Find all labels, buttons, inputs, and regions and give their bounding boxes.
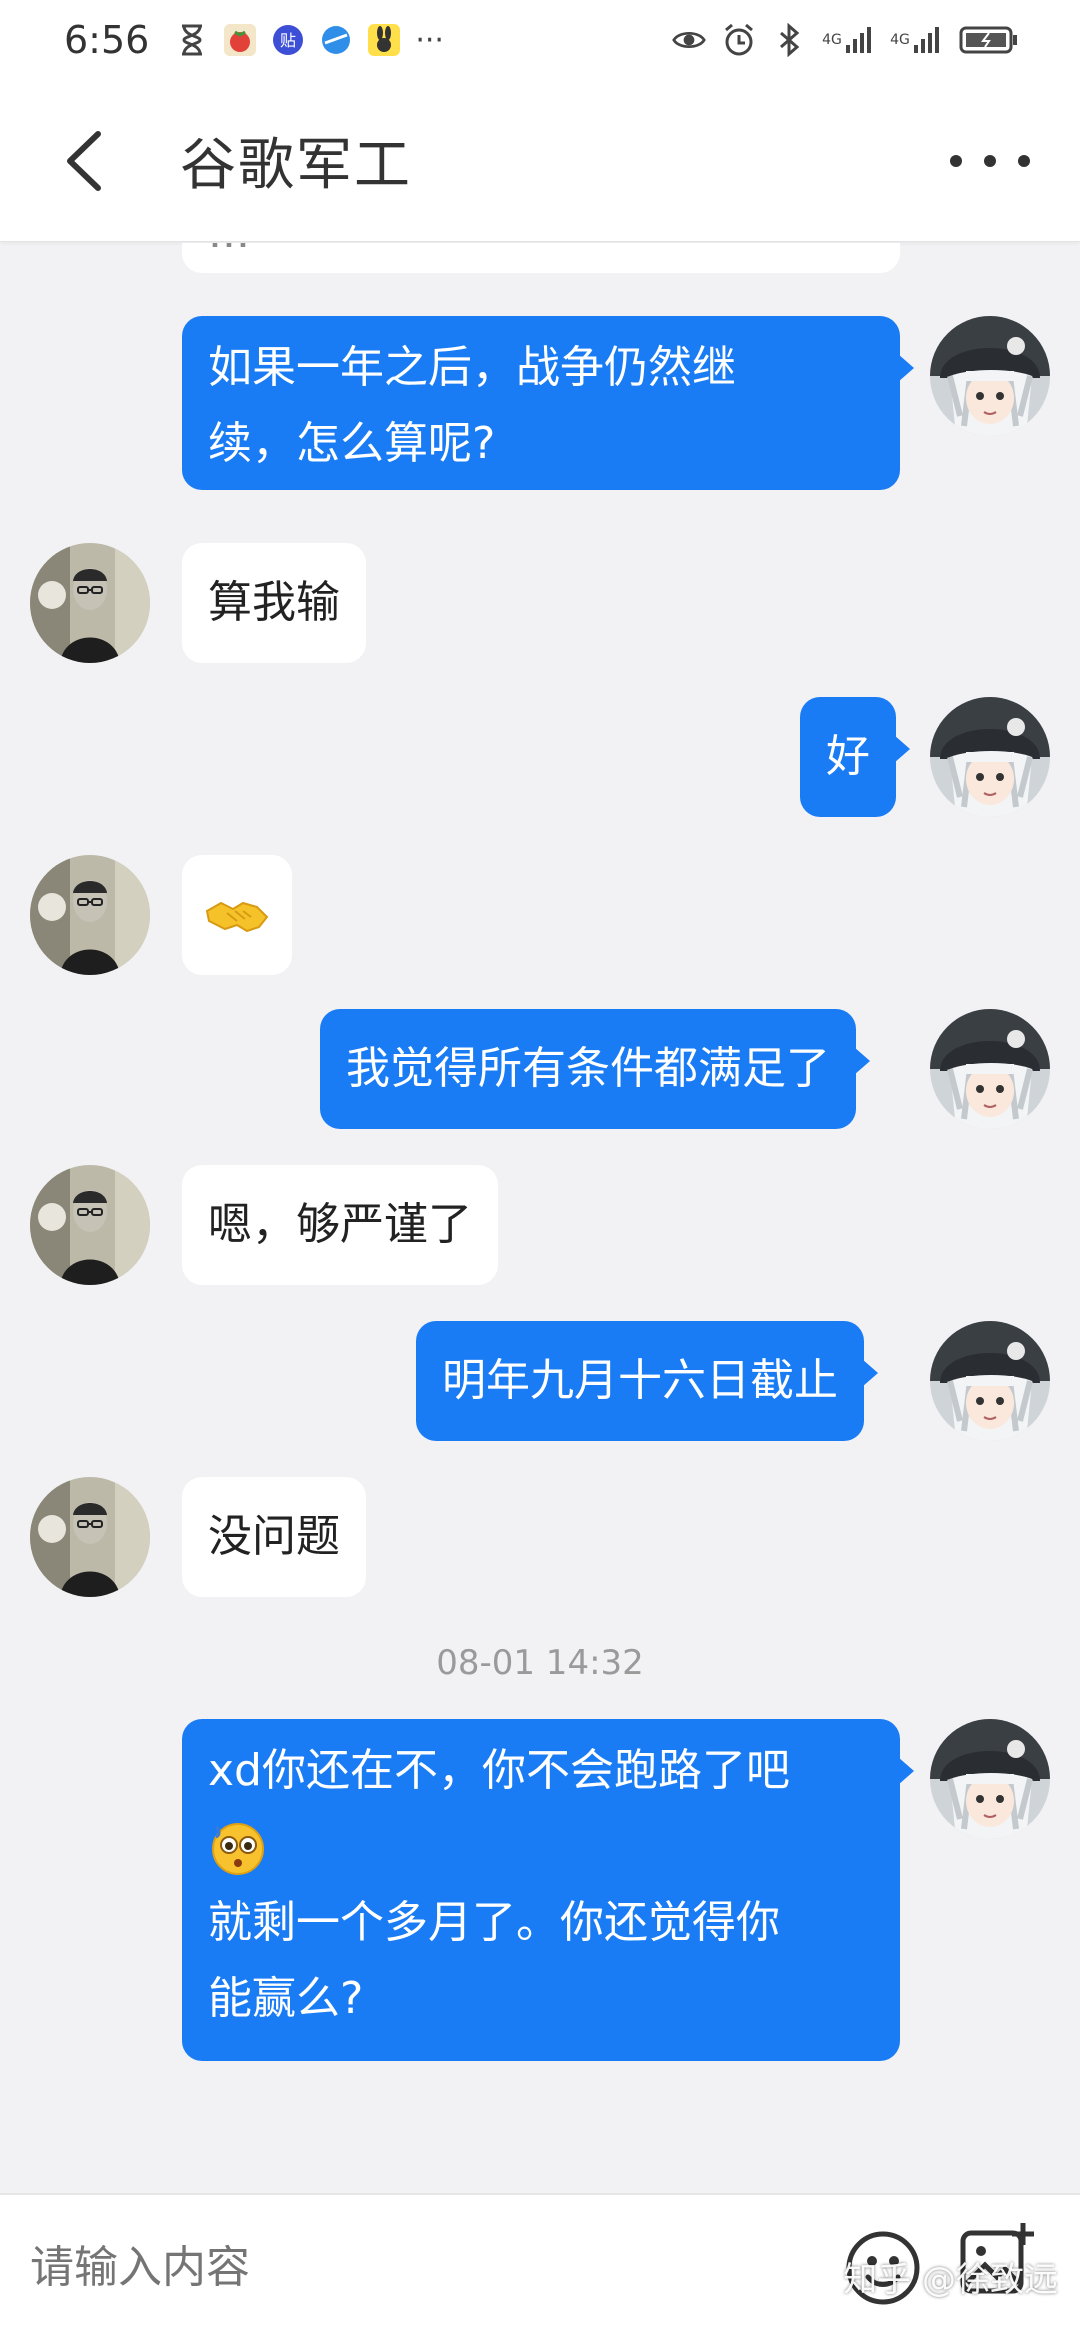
system-icons: 4G 4G bbox=[672, 23, 1020, 57]
signal-icon-1: 4G bbox=[822, 23, 874, 57]
contact-avatar[interactable] bbox=[30, 543, 150, 663]
message-outgoing[interactable]: 我觉得所有条件都满足了 bbox=[320, 1009, 870, 1129]
alarm-icon bbox=[722, 23, 756, 57]
message-text: 嗯，够严谨了 bbox=[208, 1199, 472, 1250]
handshake-emoji-icon bbox=[205, 901, 269, 933]
my-avatar[interactable] bbox=[930, 1321, 1050, 1441]
rabbit-app-icon bbox=[367, 23, 401, 57]
message-text-line: 续，怎么算呢? bbox=[208, 418, 496, 469]
dot-icon bbox=[950, 154, 962, 167]
contact-avatar[interactable] bbox=[30, 1477, 150, 1597]
message-incoming-partial[interactable]: ... bbox=[182, 243, 900, 273]
back-button[interactable] bbox=[44, 121, 124, 201]
signal-icon-2: 4G bbox=[890, 23, 942, 57]
hourglass-icon bbox=[175, 23, 209, 57]
svg-text:贴: 贴 bbox=[280, 31, 296, 50]
my-avatar[interactable] bbox=[930, 697, 1050, 817]
message-text: 算我输 bbox=[208, 577, 340, 628]
message-outgoing[interactable]: xd你还在不，你不会跑路了吧 就剩一个多月了。你还觉得你 能赢么? bbox=[182, 1719, 914, 2061]
battery-icon bbox=[958, 23, 1020, 57]
contact-avatar[interactable] bbox=[30, 1165, 150, 1285]
message-outgoing[interactable]: 如果一年之后，战争仍然继 续，怎么算呢? bbox=[182, 316, 914, 490]
bluetooth-icon bbox=[772, 23, 806, 57]
status-bar: 6:56 贴 ··· 4G 4G bbox=[0, 0, 1080, 80]
message-text: ... bbox=[208, 243, 250, 258]
chat-header: 谷歌军工 bbox=[0, 80, 1080, 242]
message-incoming[interactable]: 算我输 bbox=[182, 543, 366, 663]
browser-app-icon bbox=[319, 23, 353, 57]
tomato-app-icon bbox=[223, 23, 257, 57]
more-options-button[interactable] bbox=[950, 141, 1030, 181]
chat-title: 谷歌军工 bbox=[180, 133, 412, 198]
status-time: 6:56 bbox=[64, 18, 150, 62]
message-incoming[interactable]: 没问题 bbox=[182, 1477, 366, 1597]
watermark: 知乎 @徐致远 bbox=[843, 2260, 1058, 2300]
message-text: 没问题 bbox=[208, 1511, 340, 1562]
message-text: 我觉得所有条件都满足了 bbox=[346, 1043, 830, 1094]
message-outgoing[interactable]: 明年九月十六日截止 bbox=[416, 1321, 878, 1441]
my-avatar[interactable] bbox=[930, 1719, 1050, 1839]
message-timestamp: 08-01 14:32 bbox=[436, 1643, 644, 1683]
dot-icon bbox=[984, 154, 996, 167]
my-avatar[interactable] bbox=[930, 1009, 1050, 1129]
message-text: 好 bbox=[826, 731, 870, 782]
contact-avatar[interactable] bbox=[30, 855, 150, 975]
my-avatar[interactable] bbox=[930, 316, 1050, 436]
message-text-line: 就剩一个多月了。你还觉得你 bbox=[208, 1897, 780, 1948]
chevron-left-icon bbox=[67, 130, 101, 191]
message-incoming[interactable]: 嗯，够严谨了 bbox=[182, 1165, 498, 1285]
message-input[interactable] bbox=[30, 2242, 810, 2293]
notification-icons: 贴 ··· bbox=[175, 22, 444, 58]
message-text: 明年九月十六日截止 bbox=[442, 1355, 838, 1406]
eye-icon bbox=[672, 23, 706, 57]
dot-icon bbox=[1018, 154, 1030, 167]
more-notifications-icon: ··· bbox=[415, 22, 444, 58]
message-text-line: 能赢么? bbox=[208, 1973, 364, 2024]
surprised-face-emoji-icon bbox=[208, 1809, 874, 1885]
message-outgoing[interactable]: 好 bbox=[800, 697, 910, 817]
tieba-app-icon: 贴 bbox=[271, 23, 305, 57]
message-text-line: xd你还在不，你不会跑路了吧 bbox=[208, 1745, 790, 1796]
message-list[interactable]: ... 如果一年之后，战争仍然继 续，怎么算呢? 算我输 好 我觉得所有条件都满… bbox=[0, 243, 1080, 2193]
message-text-line: 如果一年之后，战争仍然继 bbox=[208, 342, 736, 393]
message-incoming[interactable] bbox=[182, 855, 292, 975]
